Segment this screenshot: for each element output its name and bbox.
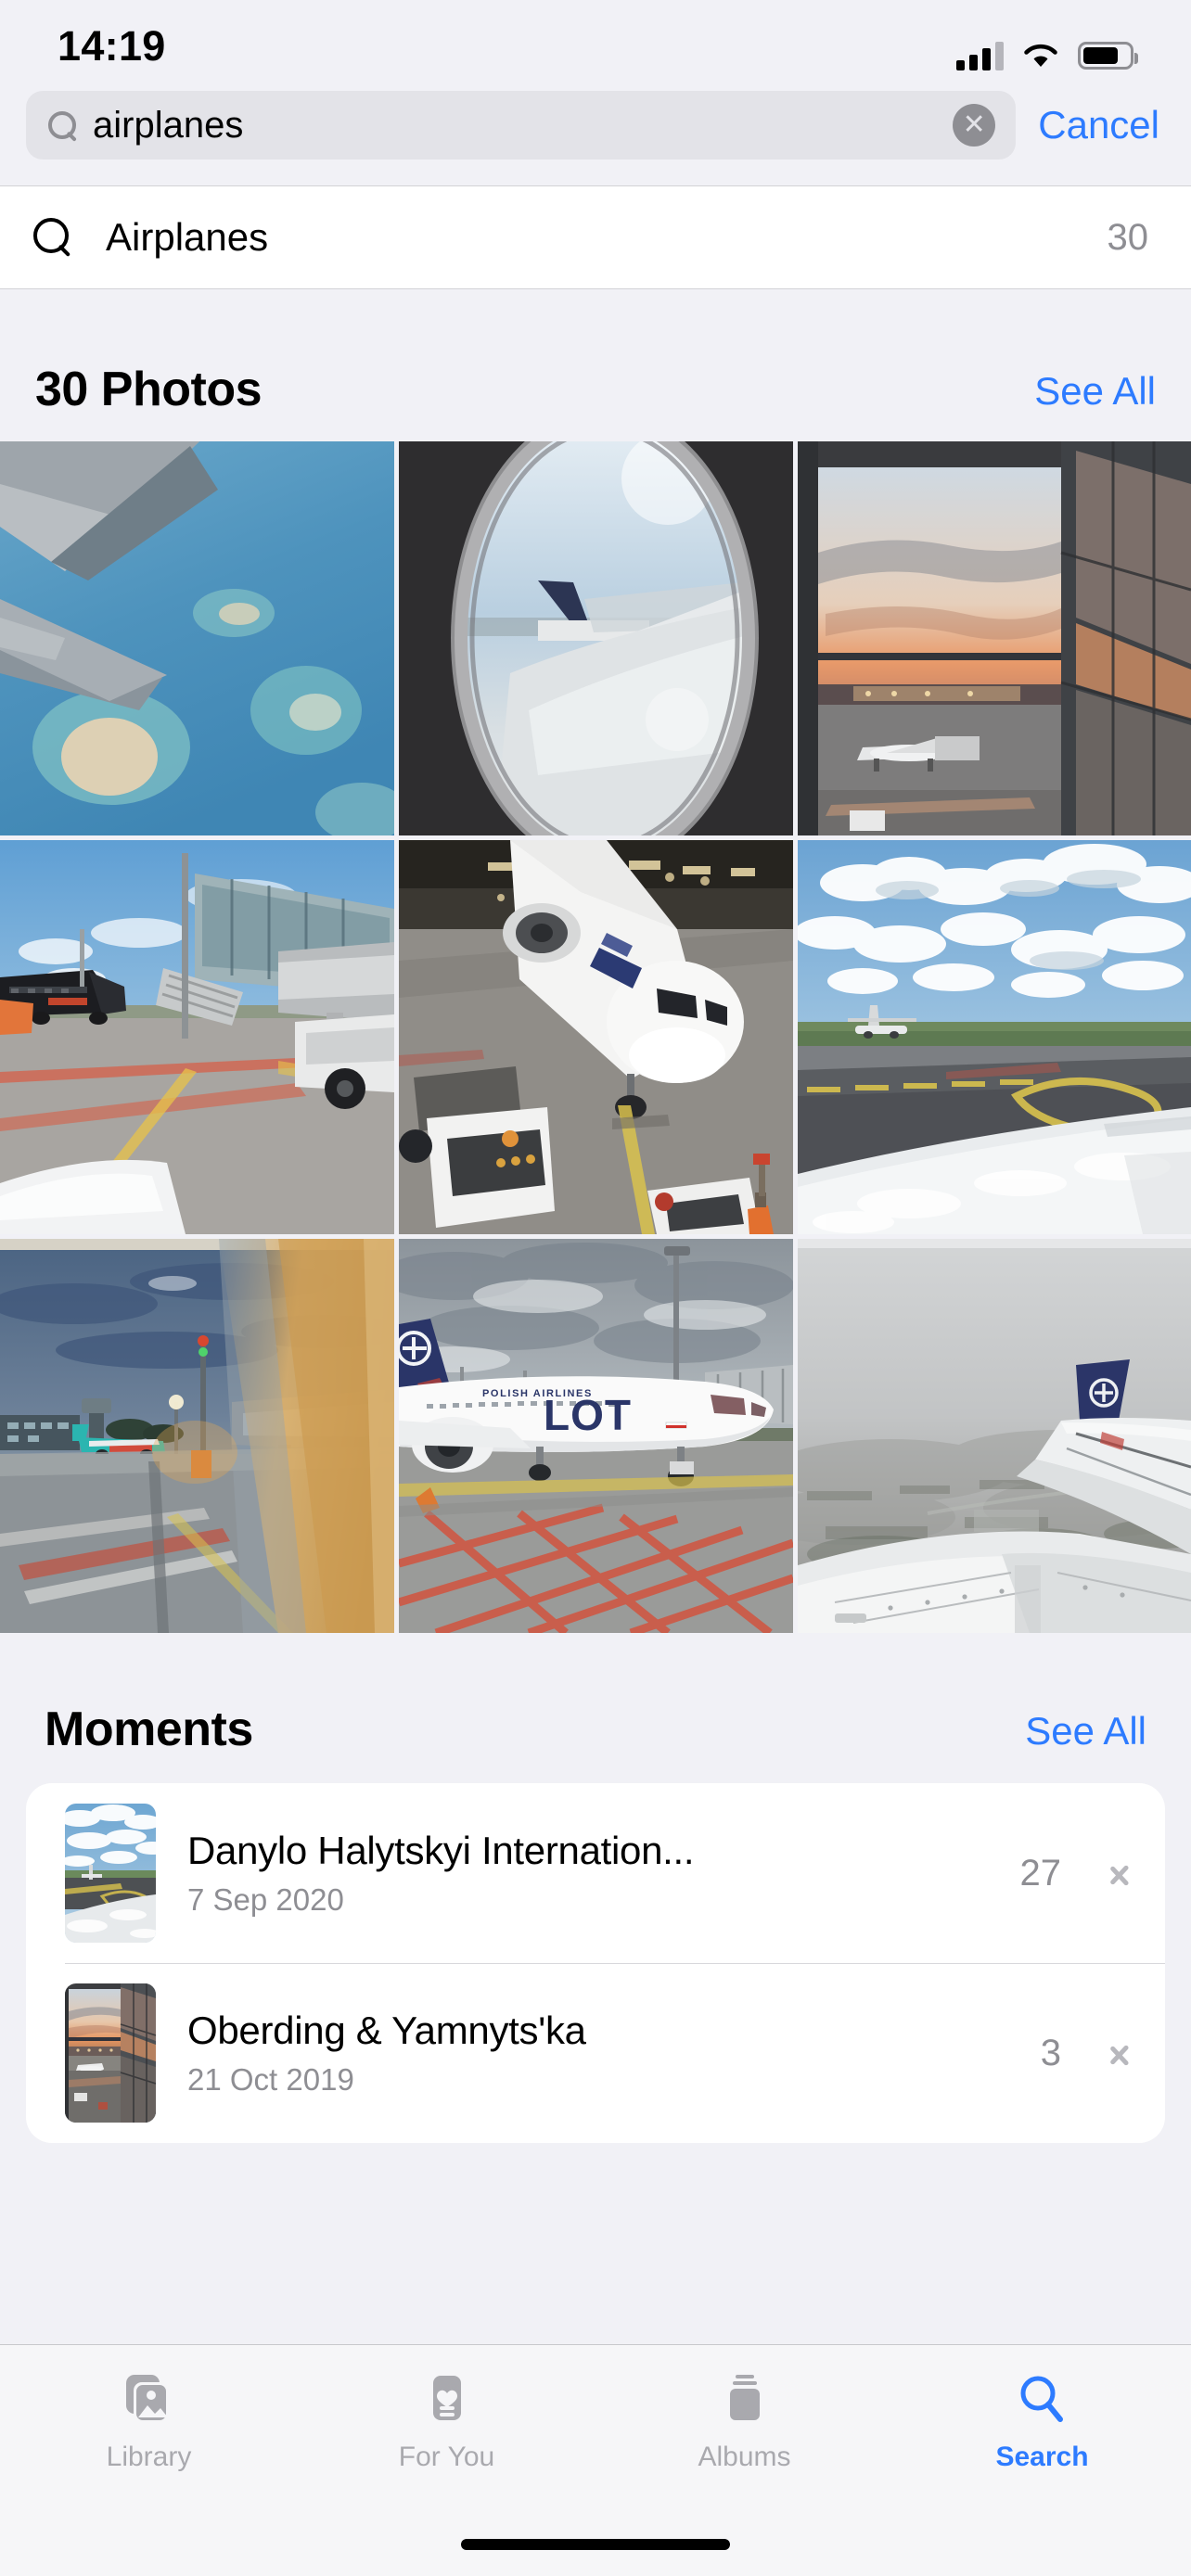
chevron-right-icon (1109, 1855, 1130, 1892)
tab-library[interactable]: Library (0, 2371, 298, 2473)
search-icon (1014, 2371, 1071, 2429)
page-title: 30 Photos (35, 363, 263, 416)
moment-title: Oberding & Yamnyts'ka (187, 2009, 586, 2052)
moment-text: Oberding & Yamnyts'ka 21 Oct 2019 (187, 2009, 1009, 2098)
photo-nose-night-ramp[interactable] (399, 840, 793, 1234)
photo-terminal-sunset[interactable] (798, 441, 1191, 835)
wifi-icon (1022, 42, 1059, 70)
cancel-button[interactable]: Cancel (1032, 103, 1165, 147)
search-icon (46, 109, 78, 141)
moments-see-all-button[interactable]: See All (1025, 1709, 1146, 1757)
moment-thumb-oberding (65, 1983, 156, 2123)
photo-lot-dreamliner[interactable]: POLISH AIRLINES LOT (399, 1239, 793, 1633)
moment-count: 27 (1019, 1852, 1062, 1894)
search-input[interactable]: airplanes ✕ (26, 91, 1017, 159)
search-input-value: airplanes (93, 104, 244, 146)
moments-title: Moments (45, 1702, 253, 1756)
chevron-right-icon (1109, 2034, 1130, 2072)
tab-albums[interactable]: Albums (596, 2371, 893, 2473)
clear-icon[interactable]: ✕ (953, 104, 996, 147)
moment-date: 7 Sep 2020 (187, 1882, 344, 1917)
tab-label: For You (398, 2442, 495, 2472)
list-item[interactable]: Danylo Halytskyi Internation... 7 Sep 20… (26, 1783, 1165, 1963)
status-time: 14:19 (58, 22, 166, 70)
tab-search[interactable]: Search (893, 2371, 1191, 2473)
moment-count: 3 (1040, 2032, 1061, 2073)
photo-foggy-wing[interactable] (798, 1239, 1191, 1633)
tab-label: Search (995, 2442, 1089, 2472)
photos-see-all-button[interactable]: See All (1034, 369, 1156, 417)
library-photos-icon (121, 2371, 178, 2429)
tab-bar: Library For You Albums Search (0, 2344, 1191, 2576)
search-suggestions: Airplanes 30 (0, 186, 1191, 289)
tab-label: Albums (698, 2442, 791, 2472)
photo-aerial-islands[interactable] (0, 441, 394, 835)
cellular-bars-icon (956, 41, 1004, 70)
search-icon (32, 216, 74, 259)
for-you-heart-icon (418, 2371, 476, 2429)
moment-title: Danylo Halytskyi Internation... (187, 1829, 695, 1872)
moment-text: Danylo Halytskyi Internation... 7 Sep 20… (187, 1829, 989, 1918)
suggestion-row-airplanes[interactable]: Airplanes 30 (0, 186, 1191, 288)
photo-dusk-window-glare[interactable] (0, 1239, 394, 1633)
photo-window-wing-tail[interactable] (399, 441, 793, 835)
photos-section-header: 30 Photos See All (0, 289, 1191, 441)
tab-label: Library (106, 2442, 192, 2472)
suggestion-label: Airplanes (106, 215, 269, 259)
photo-runway-clouds[interactable] (798, 840, 1191, 1234)
albums-stack-icon (716, 2371, 774, 2429)
home-indicator (461, 2539, 730, 2550)
moments-list: Danylo Halytskyi Internation... 7 Sep 20… (26, 1783, 1165, 2143)
photo-grid: POLISH AIRLINES LOT (0, 441, 1191, 1633)
suggestion-count: 30 (1107, 216, 1149, 258)
list-item[interactable]: Oberding & Yamnyts'ka 21 Oct 2019 3 (26, 1963, 1165, 2143)
search-bar: airplanes ✕ Cancel (0, 83, 1191, 186)
moment-date: 21 Oct 2019 (187, 2062, 354, 2097)
moment-thumb-danylo (65, 1804, 156, 1943)
status-bar: 14:19 (0, 0, 1191, 83)
svg-text:LOT: LOT (544, 1391, 632, 1439)
photo-apron-jetbridge[interactable] (0, 840, 394, 1234)
status-indicators (956, 41, 1138, 70)
moments-section-header: Moments See All (0, 1633, 1191, 1783)
tab-for-you[interactable]: For You (298, 2371, 596, 2473)
battery-icon (1078, 42, 1138, 70)
